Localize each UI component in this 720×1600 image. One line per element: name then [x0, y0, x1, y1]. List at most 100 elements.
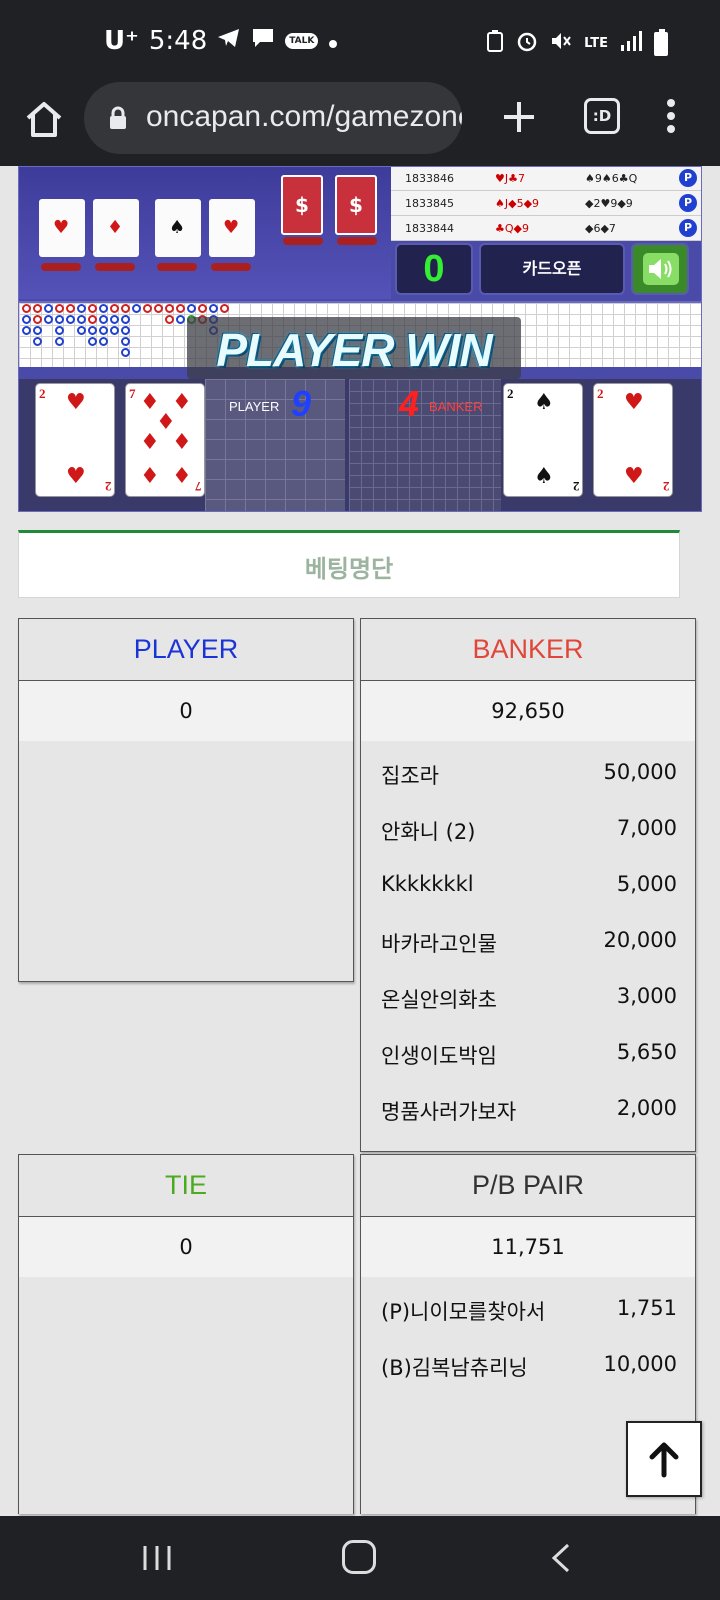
road-bead — [33, 326, 42, 335]
bet-amount: 7,000 — [616, 816, 677, 840]
road-bead — [77, 304, 86, 313]
game-panel: ♥ ♦ ♠ ♥ $ $ 1833846 ♥J♣7 ♠9♠6♣Q P 183384… — [18, 166, 702, 512]
list-item: 온실안의화초 3,000 — [361, 969, 695, 1025]
bettor-name: 안화니 (2) — [381, 820, 476, 844]
player-cards-text: ♥J♣7 — [495, 172, 525, 185]
round-history: 1833846 ♥J♣7 ♠9♠6♣Q P 1833845 ♠J◆5◆9 ◆2♥… — [391, 167, 701, 241]
system-nav-bar — [0, 1516, 720, 1600]
bet-amount: 5,000 — [616, 872, 677, 896]
clock: 5:48 — [148, 26, 208, 56]
back-icon[interactable] — [548, 1542, 572, 1574]
road-bead — [99, 326, 108, 335]
result-badge: P — [679, 219, 697, 237]
bet-amount: 1,751 — [616, 1296, 677, 1320]
road-bead — [220, 304, 229, 313]
table-marker — [283, 237, 323, 245]
recent-apps-icon[interactable] — [142, 1544, 172, 1572]
road-bead — [121, 315, 130, 324]
banker-card-1: 2 ♠ ♠ 2 — [503, 383, 583, 497]
pair-box-title: P/B PAIR — [361, 1155, 695, 1217]
more-options-icon[interactable] — [656, 94, 686, 144]
road-bead — [176, 304, 185, 313]
status-bar: U⁺ 5:48 TALK LTE — [0, 0, 720, 82]
battery-icon — [654, 28, 668, 56]
road-bead — [154, 304, 163, 313]
road-bead — [176, 315, 185, 324]
status-left: U⁺ 5:48 TALK — [104, 26, 338, 56]
win-text: PLAYER WIN — [216, 324, 492, 376]
diamond-icon: ♦ — [172, 430, 192, 455]
history-row: 1833845 ♠J◆5◆9 ◆2♥9◆9 P — [391, 192, 701, 216]
player-score: 9 — [291, 383, 312, 424]
history-row: 1833846 ♥J♣7 ♠9♠6♣Q P — [391, 167, 701, 191]
road-bead — [88, 315, 97, 324]
tab-switcher-button[interactable]: :D — [584, 98, 620, 134]
dealt-cards-panel: 2 ♥ ♥ 2 7 ♦ ♦ ♦ ♦ ♦ ♦ ♦ 7 PLAYER 9 4 BAN… — [19, 379, 701, 511]
browser-toolbar: oncapan.com/gamezone :D — [0, 82, 720, 166]
spade-icon: ♠ — [534, 390, 554, 415]
home-icon[interactable] — [20, 96, 68, 144]
countdown-display: 0 — [395, 243, 473, 295]
road-bead — [110, 326, 119, 335]
alarm-icon — [516, 30, 538, 57]
table-marker — [41, 263, 81, 271]
list-item: 안화니 (2) 7,000 — [361, 801, 695, 857]
table-card: ♦ — [93, 199, 139, 257]
carrier-label: U⁺ — [104, 26, 139, 56]
road-bead — [33, 337, 42, 346]
bettor-name: Kkkkkkkl — [381, 872, 474, 896]
bettor-name: 온실안의화초 — [381, 988, 497, 1012]
road-bead — [88, 326, 97, 335]
tie-box-title: TIE — [19, 1155, 353, 1217]
arrow-up-icon — [649, 1442, 679, 1478]
road-bead — [187, 304, 196, 313]
bettor-name: (P)니이모를찾아서 — [381, 1300, 546, 1324]
table-marker — [157, 263, 197, 271]
card-back: $ — [335, 175, 377, 235]
card-rank: 2 — [507, 386, 514, 401]
road-bead — [88, 304, 97, 313]
road-bead — [44, 304, 53, 313]
banker-box-title: BANKER — [361, 619, 695, 681]
road-bead — [99, 304, 108, 313]
bettor-name: 집조라 — [381, 764, 439, 788]
speaker-icon — [643, 253, 679, 285]
road-bead — [44, 315, 53, 324]
home-nav-icon[interactable] — [342, 1540, 376, 1574]
table-card: ♥ — [39, 199, 85, 257]
road-bead — [22, 326, 31, 335]
road-bead — [121, 348, 130, 357]
road-bead — [165, 304, 174, 313]
road-bead — [33, 304, 42, 313]
road-bead — [22, 304, 31, 313]
list-item: 바카라고인물 20,000 — [361, 913, 695, 969]
list-item: 명품사러가보자 2,000 — [361, 1081, 695, 1137]
mute-icon — [550, 30, 572, 57]
list-item: 집조라 50,000 — [361, 745, 695, 801]
card-rank: 7 — [129, 386, 136, 401]
banker-cards-text: ◆2♥9◆9 — [585, 197, 633, 210]
round-id: 1833846 — [405, 172, 454, 185]
new-tab-icon[interactable] — [494, 92, 544, 142]
road-bead — [33, 315, 42, 324]
status-right: LTE — [486, 28, 668, 57]
table-marker — [337, 237, 377, 245]
lock-icon — [108, 106, 128, 134]
round-id: 1833844 — [405, 222, 454, 235]
url-text[interactable]: oncapan.com/gamezone — [146, 100, 462, 134]
diamond-icon: ♦ — [140, 464, 160, 489]
road-bead — [22, 315, 31, 324]
player-score-label: PLAYER — [229, 399, 280, 414]
table-card: ♠ — [155, 199, 201, 257]
card-open-button[interactable]: 카드오픈 — [479, 243, 625, 295]
tie-total: 0 — [19, 1217, 353, 1277]
address-bar[interactable]: oncapan.com/gamezone — [84, 82, 462, 154]
pair-total: 11,751 — [361, 1217, 695, 1277]
scroll-top-button[interactable] — [626, 1421, 702, 1497]
banker-score-label: BANKER — [429, 399, 483, 414]
bettor-name: 명품사러가보자 — [381, 1100, 517, 1124]
sound-toggle-button[interactable] — [631, 243, 689, 295]
road-bead — [110, 315, 119, 324]
telegram-icon — [217, 26, 241, 56]
heart-icon: ♥ — [66, 390, 86, 415]
